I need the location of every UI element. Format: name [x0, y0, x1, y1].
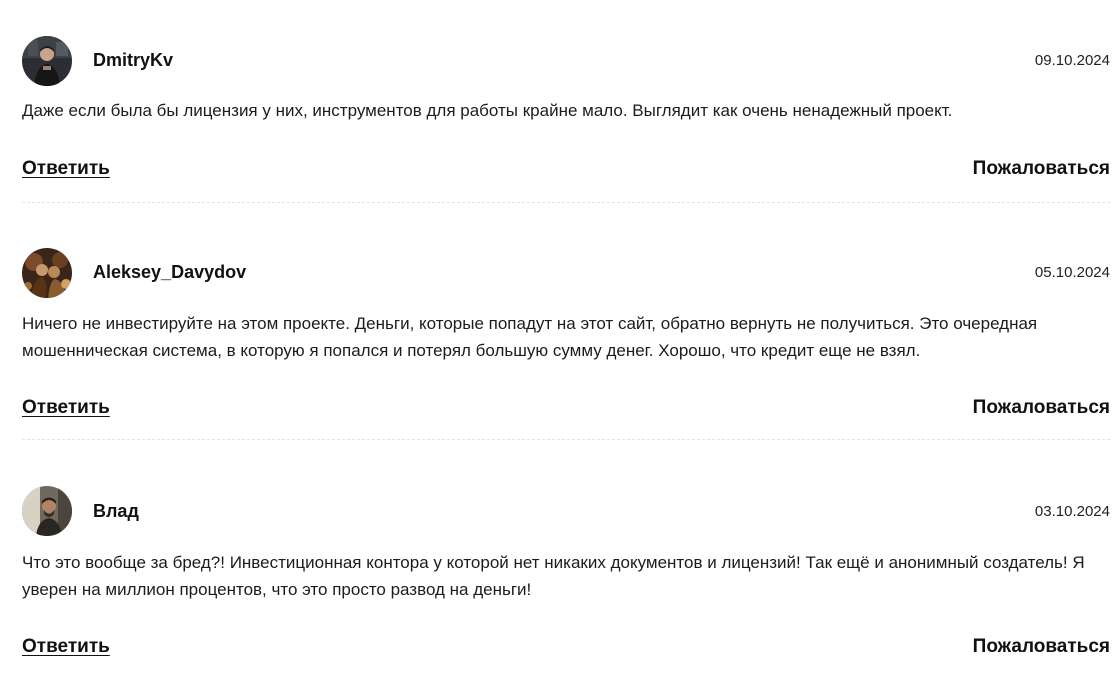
comment-date: 03.10.2024 — [1034, 503, 1110, 520]
comment-item: Влад 03.10.2024 Что это вообще за бред?!… — [22, 440, 1110, 675]
comment-text: Что это вообще за бред?! Инвестиционная … — [22, 553, 1085, 599]
comments-list: DmitryKv 09.10.2024 Даже если была бы ли… — [22, 0, 1110, 675]
avatar[interactable] — [22, 248, 72, 298]
avatar[interactable] — [22, 36, 72, 86]
comment-date: 09.10.2024 — [1034, 52, 1110, 69]
avatar[interactable] — [22, 486, 72, 536]
comment-date: 05.10.2024 — [1034, 264, 1110, 281]
reply-button[interactable]: Ответить — [22, 397, 110, 419]
complain-button[interactable]: Пожаловаться — [973, 397, 1110, 419]
comment-item: Aleksey_Davydov 05.10.2024 Ничего не инв… — [22, 203, 1110, 440]
complain-button[interactable]: Пожаловаться — [973, 158, 1110, 180]
reply-button[interactable]: Ответить — [22, 158, 110, 180]
complain-button[interactable]: Пожаловаться — [973, 636, 1110, 658]
comment-author: Aleksey_Davydov — [93, 262, 247, 282]
comment-author: DmitryKv — [93, 50, 174, 70]
reply-button[interactable]: Ответить — [22, 636, 110, 658]
comment-text: Даже если была бы лицензия у них, инстру… — [22, 101, 953, 120]
comment-text: Ничего не инвестируйте на этом проекте. … — [22, 314, 1038, 360]
comment-item: DmitryKv 09.10.2024 Даже если была бы ли… — [22, 0, 1110, 203]
comment-author: Влад — [93, 501, 139, 521]
